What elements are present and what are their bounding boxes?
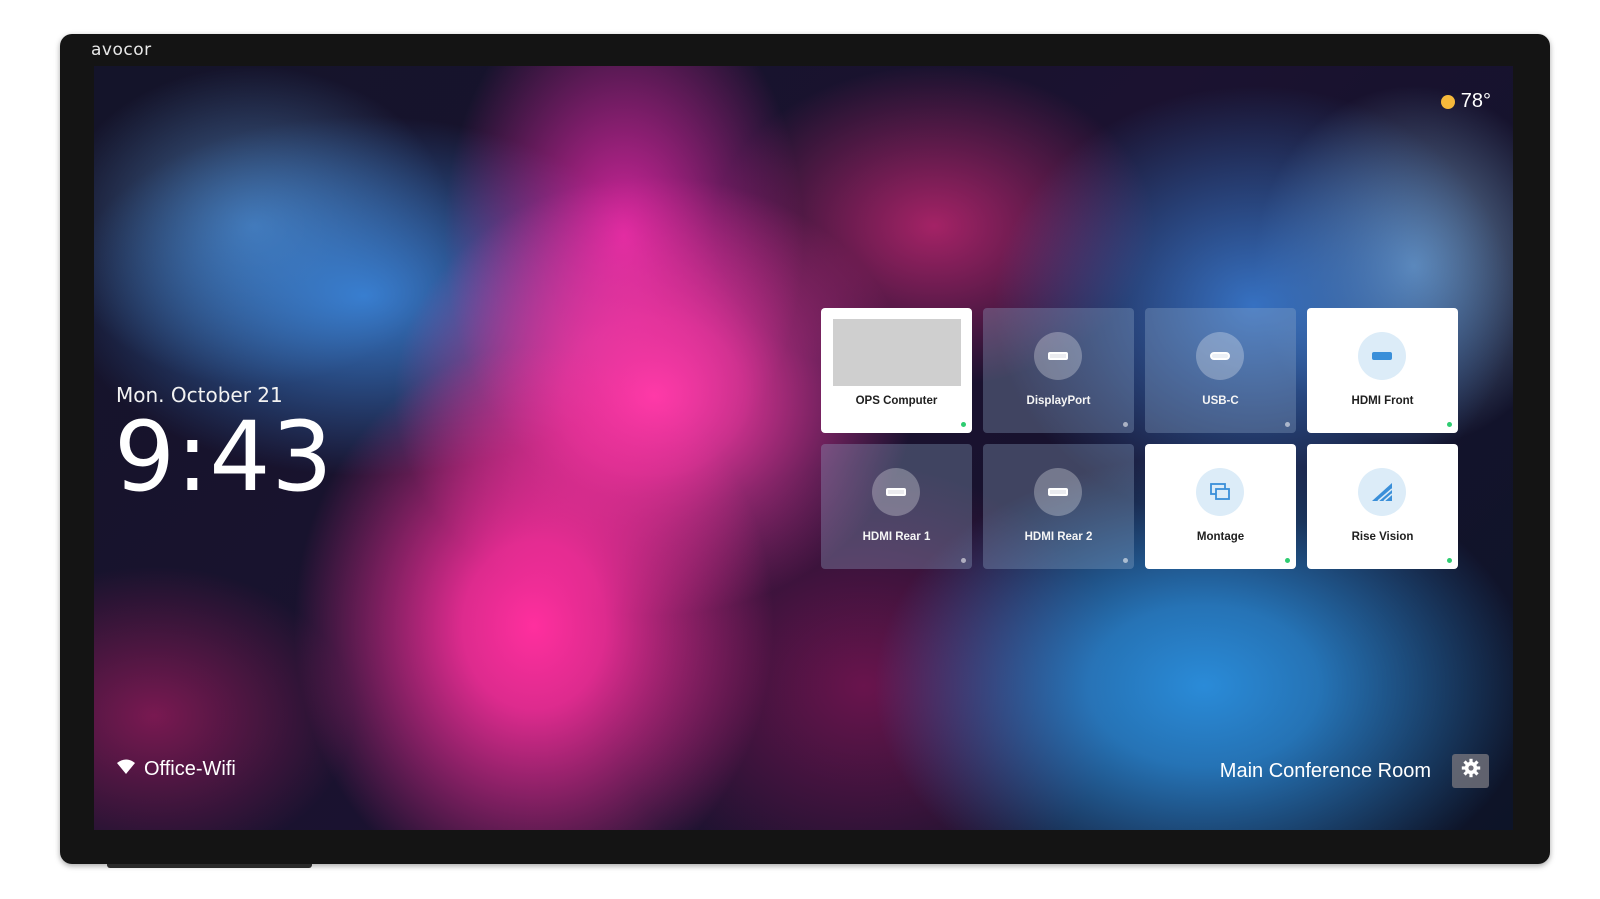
source-tile-hdmi-front[interactable]: HDMI Front xyxy=(1307,308,1458,433)
montage-icon xyxy=(1196,468,1244,516)
temperature: 78° xyxy=(1460,90,1491,112)
hdmi-icon xyxy=(1034,468,1082,516)
source-grid: OPS Computer DisplayPort USB-C HDMI Fron… xyxy=(821,308,1459,570)
clock-time: 9:43 xyxy=(114,401,334,513)
source-tile-displayport[interactable]: DisplayPort xyxy=(983,308,1134,433)
settings-button[interactable] xyxy=(1452,754,1489,788)
status-dot xyxy=(1285,558,1290,563)
weather-widget: 78° xyxy=(1440,90,1491,113)
status-dot xyxy=(961,558,966,563)
hdmi-icon xyxy=(872,468,920,516)
status-dot xyxy=(1123,422,1128,427)
rise-vision-icon xyxy=(1358,468,1406,516)
source-label: HDMI Front xyxy=(1351,395,1414,407)
sun-icon xyxy=(1440,94,1455,109)
hdmi-icon xyxy=(1358,332,1406,380)
source-label: HDMI Rear 2 xyxy=(1024,531,1093,543)
source-tile-hdmi-rear-1[interactable]: HDMI Rear 1 xyxy=(821,444,972,569)
gear-icon xyxy=(1461,758,1481,784)
source-tile-usb-c[interactable]: USB-C xyxy=(1145,308,1296,433)
displayport-icon xyxy=(1034,332,1082,380)
status-dot xyxy=(961,422,966,427)
source-tile-ops-computer[interactable]: OPS Computer xyxy=(821,308,972,433)
source-label: HDMI Rear 1 xyxy=(862,531,931,543)
wifi-network-name: Office-Wifi xyxy=(144,758,236,780)
source-tile-montage[interactable]: Montage xyxy=(1145,444,1296,569)
display-stand xyxy=(107,864,312,868)
source-label: DisplayPort xyxy=(1026,395,1091,407)
usb-c-icon xyxy=(1196,332,1244,380)
wifi-icon xyxy=(116,758,136,781)
preview-thumbnail xyxy=(833,319,961,386)
source-label: Rise Vision xyxy=(1351,531,1414,543)
status-dot xyxy=(1447,422,1452,427)
brand-logo: avocor xyxy=(91,40,152,60)
status-dot xyxy=(1285,422,1290,427)
source-tile-rise-vision[interactable]: Rise Vision xyxy=(1307,444,1458,569)
source-label: OPS Computer xyxy=(855,395,938,407)
room-name: Main Conference Room xyxy=(1219,759,1431,782)
source-tile-hdmi-rear-2[interactable]: HDMI Rear 2 xyxy=(983,444,1134,569)
status-dot xyxy=(1123,558,1128,563)
network-status[interactable]: Office-Wifi xyxy=(116,758,236,781)
source-label: USB-C xyxy=(1202,395,1239,407)
home-screen: 78° Mon. October 21 9:43 OPS Computer Di… xyxy=(94,66,1513,830)
source-label: Montage xyxy=(1196,531,1245,543)
status-dot xyxy=(1447,558,1452,563)
room-bar: Main Conference Room xyxy=(1220,754,1489,788)
